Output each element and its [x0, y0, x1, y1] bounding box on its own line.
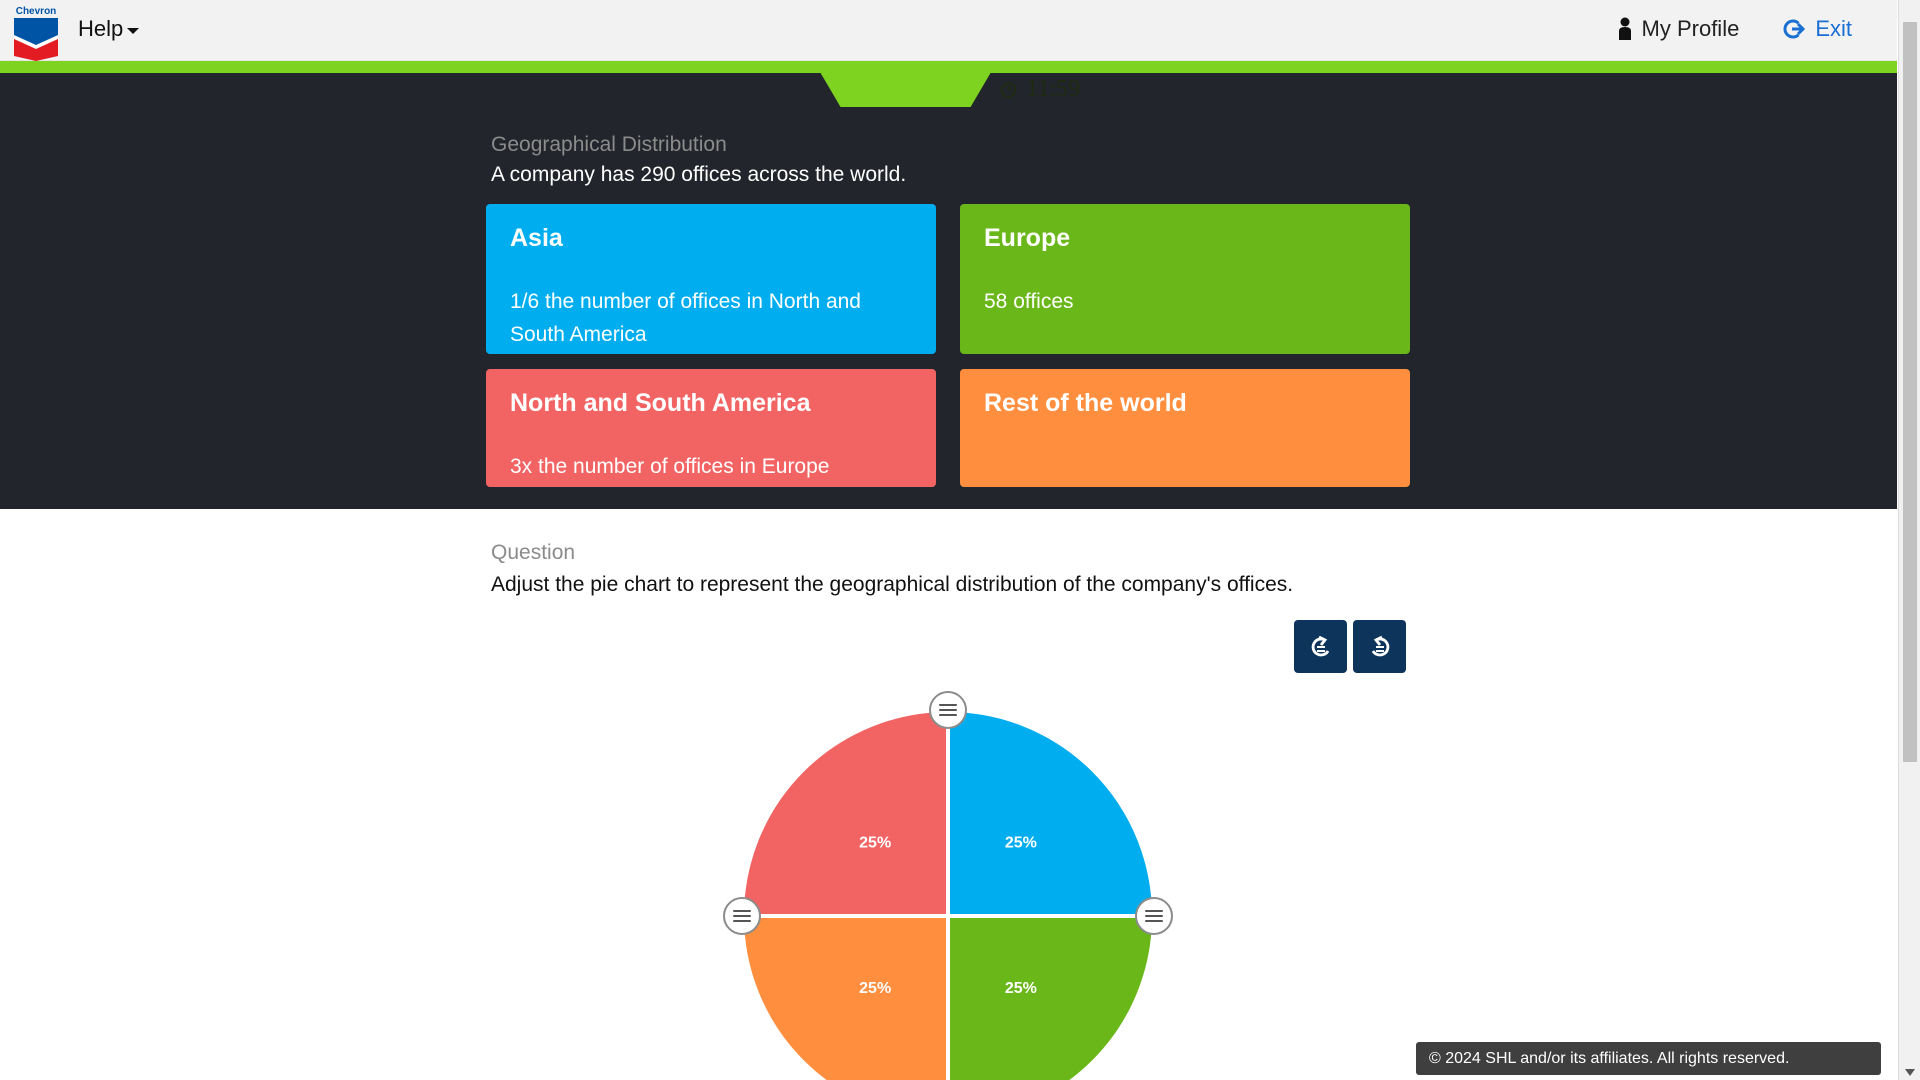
pie-label-north-and-south-america: 25% [859, 834, 891, 851]
header-actions: My Profile Exit [1618, 14, 1852, 44]
redo-button[interactable] [1353, 620, 1406, 673]
chevron-logo-icon [14, 18, 58, 61]
person-icon [1618, 17, 1631, 40]
clock-icon [1000, 81, 1017, 98]
pie-label-europe: 25% [1005, 980, 1037, 997]
copyright-notice: © 2024 SHL and/or its affiliates. All ri… [1416, 1042, 1881, 1075]
north-south-america-card: North and South America 3x the number of… [486, 369, 936, 487]
pie-slice-europe [946, 914, 1157, 1080]
exit-icon [1783, 19, 1806, 39]
chart-action-buttons [1294, 620, 1406, 673]
undo-icon [1311, 635, 1329, 656]
scroll-down-icon[interactable] [1905, 1069, 1915, 1076]
section-title: Geographical Distribution [491, 133, 727, 156]
asia-card-text: 1/6 the number of offices in North and S… [510, 290, 861, 346]
question-text: Adjust the pie chart to represent the ge… [491, 573, 1294, 596]
pie-slice-asia [946, 707, 1157, 918]
pie-slice-north-and-south-america [739, 707, 950, 918]
logo-wordmark: Chevron [15, 6, 57, 17]
undo-button[interactable] [1294, 620, 1347, 673]
north-south-america-card-text: 3x the number of offices in Europe [510, 455, 830, 478]
north-south-america-card-title: North and South America [510, 389, 811, 417]
intro-text: A company has 290 offices across the wor… [491, 163, 907, 186]
vertical-scrollbar[interactable] [1898, 0, 1920, 1080]
pie-drag-handle-3[interactable] [723, 897, 761, 935]
timer-value: 11:59 [1026, 76, 1080, 102]
pie-chart: 25% 25% 25% 25% [723, 691, 1173, 1080]
pie-chart-area: 25% 25% 25% 25% [722, 690, 1174, 1080]
europe-card: Europe 58 offices [960, 204, 1410, 354]
help-label: Help [78, 16, 124, 41]
region-cards: Asia 1/6 the number of offices in North … [486, 204, 1410, 487]
my-profile-label: My Profile [1641, 16, 1740, 41]
europe-card-text: 58 offices [984, 290, 1074, 313]
pie-slice-rest-of-the-world [739, 914, 950, 1080]
question-title: Question [491, 541, 576, 564]
asia-card: Asia 1/6 the number of offices in North … [486, 204, 936, 354]
chevron-logo: Chevron [14, 6, 58, 61]
timer-tab [820, 72, 992, 107]
pie-label-rest-of-the-world: 25% [859, 980, 891, 997]
scrollbar-thumb[interactable] [1903, 22, 1917, 762]
pie-drag-handle-1[interactable] [929, 691, 967, 729]
exit-link[interactable]: Exit [1783, 16, 1852, 42]
rest-of-world-card-title: Rest of the world [984, 389, 1187, 417]
pie-drag-handle-2[interactable] [1135, 897, 1173, 935]
top-navigation-bar: Chevron Help My Profile Exit [0, 0, 1897, 61]
my-profile-link[interactable]: My Profile [1618, 16, 1740, 42]
help-dropdown[interactable]: Help [78, 15, 140, 43]
rest-of-world-card: Rest of the world [960, 369, 1410, 487]
redo-icon [1371, 635, 1389, 656]
europe-card-title: Europe [984, 224, 1071, 252]
countdown-timer: 11:59 [820, 72, 1080, 107]
chevron-down-icon [127, 28, 140, 34]
assessment-page: Chevron Help My Profile Exit 11:59 Geogr… [0, 0, 1920, 1080]
prompt-content: Geographical Distribution A company has … [491, 130, 1411, 190]
asia-card-title: Asia [510, 224, 563, 252]
pie-label-asia: 25% [1005, 834, 1037, 851]
exit-label: Exit [1815, 16, 1852, 41]
